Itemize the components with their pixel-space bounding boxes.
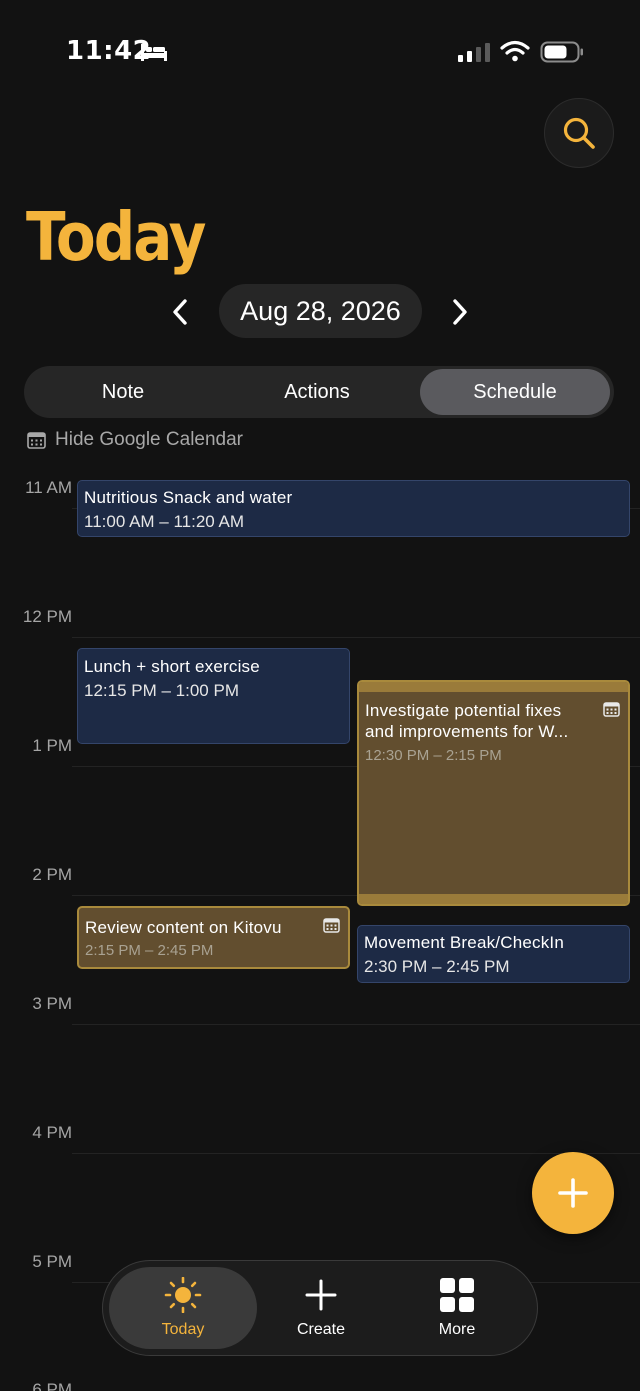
hour-label: 2 PM bbox=[32, 865, 72, 884]
event-time: 11:00 AM – 11:20 AM bbox=[84, 512, 245, 531]
tab-label: Create bbox=[296, 1321, 346, 1338]
calendar-icon bbox=[603, 702, 620, 717]
tab-more[interactable]: More bbox=[383, 1267, 531, 1349]
event-card[interactable]: Investigate potential fixes and improvem… bbox=[357, 680, 630, 906]
wifi-icon bbox=[500, 40, 530, 62]
tab-note[interactable]: Note bbox=[28, 369, 218, 415]
hour-label: 12 PM bbox=[22, 607, 72, 626]
event-bottom-band bbox=[359, 894, 628, 904]
signal-icon bbox=[458, 43, 490, 62]
hour-divider bbox=[72, 1153, 640, 1154]
chevron-right-icon bbox=[453, 299, 467, 325]
hide-google-calendar-label: Hide Google Calendar bbox=[55, 429, 244, 450]
event-top-band bbox=[359, 682, 628, 692]
status-bar: 11:42 bbox=[0, 0, 640, 100]
event-title: Nutritious Snack and water bbox=[84, 488, 293, 507]
event-card[interactable]: Nutritious Snack and water 11:00 AM – 11… bbox=[77, 480, 630, 537]
date-picker-button[interactable]: Aug 28, 2026 bbox=[219, 284, 422, 338]
hour-divider bbox=[72, 1024, 640, 1025]
battery-icon bbox=[540, 41, 583, 63]
hour-label: 6 PM bbox=[32, 1380, 72, 1391]
next-day-button[interactable] bbox=[442, 292, 478, 332]
plus-icon bbox=[305, 1279, 337, 1311]
previous-day-button[interactable] bbox=[162, 292, 198, 332]
hour-label: 5 PM bbox=[32, 1252, 72, 1271]
hour-label: 4 PM bbox=[32, 1123, 72, 1142]
event-time: 12:15 PM – 1:00 PM bbox=[84, 681, 239, 700]
hour-label: 1 PM bbox=[32, 736, 72, 755]
search-button[interactable] bbox=[544, 98, 614, 168]
tab-today[interactable]: Today bbox=[109, 1267, 257, 1349]
bottom-tab-bar: Today Create More bbox=[102, 1260, 538, 1356]
sun-icon bbox=[164, 1277, 202, 1313]
event-time: 12:30 PM – 2:15 PM bbox=[365, 747, 502, 764]
event-title: Lunch + short exercise bbox=[84, 657, 260, 676]
event-card[interactable]: Lunch + short exercise 12:15 PM – 1:00 P… bbox=[77, 648, 350, 744]
view-segmented-control: Note Actions Schedule bbox=[24, 366, 614, 418]
hour-divider bbox=[72, 637, 640, 638]
add-button[interactable] bbox=[532, 1152, 614, 1234]
hour-label: 11 AM bbox=[25, 478, 72, 497]
tab-schedule[interactable]: Schedule bbox=[420, 369, 610, 415]
status-time: 11:42 bbox=[66, 36, 152, 66]
hour-label: 3 PM bbox=[32, 994, 72, 1013]
hide-google-calendar-toggle[interactable]: Hide Google Calendar bbox=[27, 428, 243, 452]
page-title: Today bbox=[26, 198, 206, 277]
plus-icon bbox=[558, 1178, 588, 1208]
search-icon bbox=[563, 117, 595, 149]
chevron-left-icon bbox=[173, 299, 187, 325]
event-title: Movement Break/CheckIn bbox=[364, 933, 564, 952]
grid-icon bbox=[440, 1278, 474, 1312]
bed-icon bbox=[141, 44, 167, 61]
event-time: 2:15 PM – 2:45 PM bbox=[85, 942, 214, 959]
tab-actions[interactable]: Actions bbox=[222, 369, 412, 415]
event-card[interactable]: Review content on Kitovu 2:15 PM – 2:45 … bbox=[77, 906, 350, 969]
calendar-icon bbox=[323, 918, 340, 933]
event-time: 2:30 PM – 2:45 PM bbox=[364, 957, 510, 976]
event-title: Investigate potential fixes and improvem… bbox=[365, 701, 569, 741]
event-card[interactable]: Movement Break/CheckIn 2:30 PM – 2:45 PM bbox=[357, 925, 630, 983]
calendar-icon bbox=[27, 431, 46, 449]
tab-label: Today bbox=[161, 1321, 205, 1338]
tab-create[interactable]: Create bbox=[247, 1267, 395, 1349]
event-title: Review content on Kitovu bbox=[85, 918, 282, 937]
tab-label: More bbox=[438, 1321, 476, 1338]
